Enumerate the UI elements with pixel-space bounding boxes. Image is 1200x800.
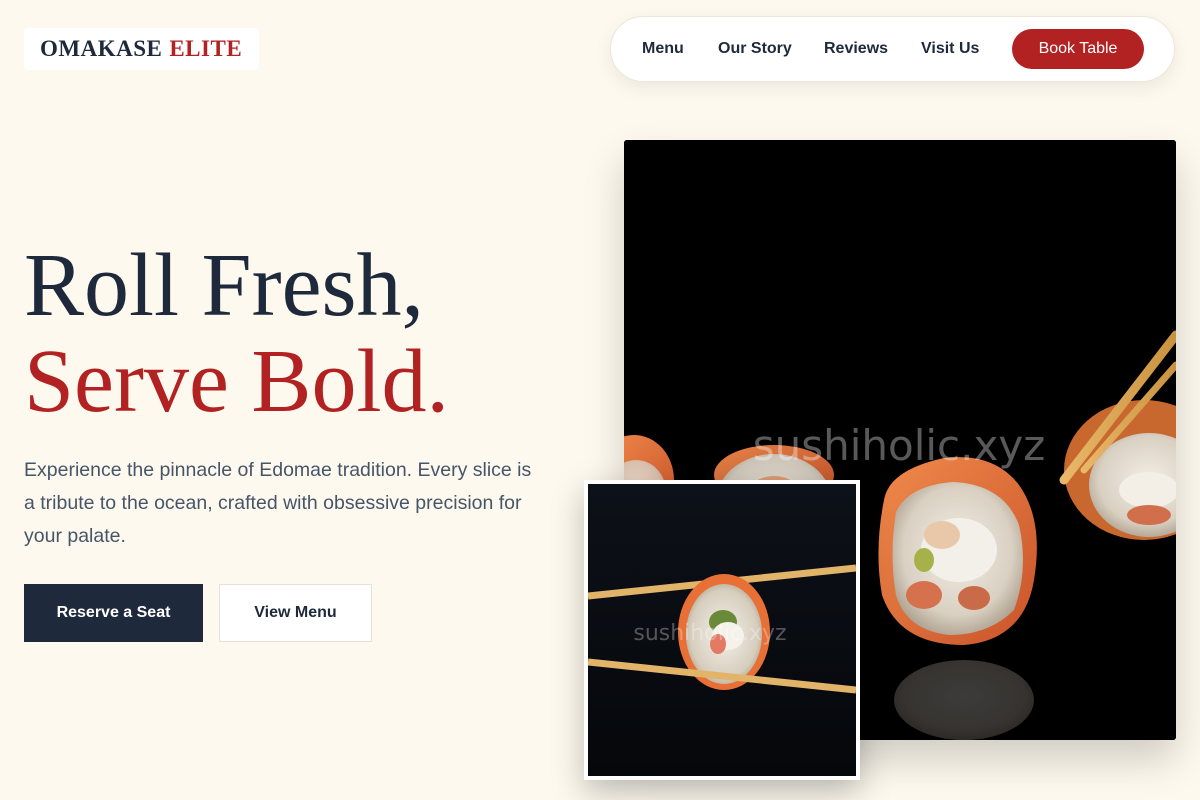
brand-name: OMAKASE xyxy=(40,36,163,61)
view-menu-button[interactable]: View Menu xyxy=(219,584,372,642)
brand-accent: ELITE xyxy=(169,36,243,61)
main-nav: Menu Our Story Reviews Visit Us Book Tab… xyxy=(610,16,1175,82)
sushi-chopsticks-illustration: sushiholic.xyz xyxy=(588,484,856,776)
nav-link-our-story[interactable]: Our Story xyxy=(718,17,792,81)
inset-photo: sushiholic.xyz xyxy=(584,480,860,780)
main-photo-watermark: sushiholic.xyz xyxy=(753,421,1046,470)
nav-link-reviews[interactable]: Reviews xyxy=(824,17,888,81)
headline-line-1: Roll Fresh, xyxy=(24,236,425,335)
brand-logo[interactable]: OMAKASE ELITE xyxy=(24,28,259,70)
hero-lead-text: Experience the pinnacle of Edomae tradit… xyxy=(24,459,532,547)
reserve-seat-button[interactable]: Reserve a Seat xyxy=(24,584,203,642)
inset-photo-watermark: sushiholic.xyz xyxy=(633,621,786,646)
book-table-button[interactable]: Book Table xyxy=(1012,29,1144,69)
nav-link-menu[interactable]: Menu xyxy=(642,17,684,81)
headline-line-2: Serve Bold. xyxy=(24,332,449,431)
nav-link-visit-us[interactable]: Visit Us xyxy=(921,17,979,81)
hero-headline: Roll Fresh, Serve Bold. xyxy=(24,238,449,430)
